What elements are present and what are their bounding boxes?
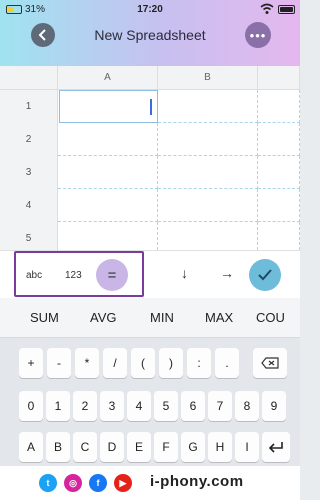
cell-b5[interactable] — [158, 222, 258, 250]
row-header-3[interactable]: 3 — [0, 156, 58, 189]
key-4[interactable]: 4 — [127, 391, 151, 421]
cell-c2[interactable] — [258, 123, 300, 156]
youtube-icon: ▶ — [114, 474, 132, 492]
cell-b4[interactable] — [158, 189, 258, 222]
key-d[interactable]: D — [100, 432, 124, 462]
checkmark-icon — [258, 269, 272, 281]
input-toolbar: abc 123 = ↓ → — [0, 250, 300, 298]
row-header-1[interactable]: 1 — [0, 90, 58, 123]
confirm-button[interactable] — [249, 259, 281, 291]
key-close-paren[interactable]: ) — [159, 348, 183, 378]
mode-formula-button[interactable]: = — [96, 259, 128, 291]
key-return[interactable] — [262, 432, 290, 462]
key-1[interactable]: 1 — [46, 391, 70, 421]
key-5[interactable]: 5 — [154, 391, 178, 421]
grid-corner — [0, 66, 58, 90]
key-g[interactable]: G — [181, 432, 205, 462]
brand-watermark: i-phony.com — [150, 473, 244, 490]
wifi-icon — [260, 3, 274, 14]
move-right-button[interactable]: → — [220, 265, 234, 281]
key-multiply[interactable]: * — [75, 348, 99, 378]
move-down-button[interactable]: ↓ — [181, 265, 188, 281]
cell-b3[interactable] — [158, 156, 258, 189]
cell-a1[interactable] — [59, 90, 158, 123]
key-b[interactable]: B — [46, 432, 70, 462]
key-h[interactable]: H — [208, 432, 232, 462]
ellipsis-icon: ••• — [249, 27, 267, 43]
cell-c3[interactable] — [258, 156, 300, 189]
key-0[interactable]: 0 — [19, 391, 43, 421]
key-period[interactable]: . — [215, 348, 239, 378]
column-header-a[interactable]: A — [58, 66, 158, 90]
function-count[interactable]: COU — [256, 310, 285, 325]
text-cursor — [150, 99, 155, 115]
cell-c1[interactable] — [258, 90, 300, 123]
key-2[interactable]: 2 — [73, 391, 97, 421]
key-i[interactable]: I — [235, 432, 259, 462]
back-button[interactable] — [31, 23, 55, 47]
key-e[interactable]: E — [127, 432, 151, 462]
status-time: 17:20 — [137, 4, 163, 15]
status-bar: 31% 17:20 — [0, 0, 300, 20]
return-icon — [268, 442, 283, 453]
key-plus[interactable]: + — [19, 348, 43, 378]
row-header-5[interactable]: 5 — [0, 222, 58, 250]
key-6[interactable]: 6 — [181, 391, 205, 421]
cell-a4[interactable] — [58, 189, 158, 222]
row-header-2[interactable]: 2 — [0, 123, 58, 156]
key-c[interactable]: C — [73, 432, 97, 462]
key-divide[interactable]: / — [103, 348, 127, 378]
watermark-footer: t ◎ f ▶ i-phony.com — [0, 466, 300, 500]
key-minus[interactable]: - — [47, 348, 71, 378]
top-bar: 31% 17:20 New Spreadsheet ••• — [0, 0, 300, 66]
function-avg[interactable]: AVG — [90, 310, 117, 325]
facebook-icon: f — [89, 474, 107, 492]
function-min[interactable]: MIN — [150, 310, 174, 325]
key-a[interactable]: A — [19, 432, 43, 462]
function-sum[interactable]: SUM — [30, 310, 59, 325]
page-title: New Spreadsheet — [94, 27, 206, 43]
cell-a3[interactable] — [58, 156, 158, 189]
twitter-icon: t — [39, 474, 57, 492]
function-max[interactable]: MAX — [205, 310, 233, 325]
spreadsheet-grid[interactable]: A B 1 2 3 4 5 — [0, 66, 300, 250]
key-7[interactable]: 7 — [208, 391, 232, 421]
key-3[interactable]: 3 — [100, 391, 124, 421]
battery-full-icon — [278, 5, 295, 14]
cell-b1[interactable] — [158, 90, 258, 123]
function-row: SUM AVG MIN MAX COU — [0, 298, 300, 338]
cell-a2[interactable] — [58, 123, 158, 156]
cell-b2[interactable] — [158, 123, 258, 156]
cell-a5[interactable] — [58, 222, 158, 250]
more-button[interactable]: ••• — [245, 22, 271, 48]
key-f[interactable]: F — [154, 432, 178, 462]
key-backspace[interactable] — [253, 348, 287, 378]
mode-numeric-button[interactable]: 123 — [65, 270, 82, 281]
key-open-paren[interactable]: ( — [131, 348, 155, 378]
backspace-icon — [261, 357, 279, 369]
chevron-left-icon — [38, 29, 46, 41]
key-8[interactable]: 8 — [235, 391, 259, 421]
column-header-c[interactable] — [258, 66, 300, 90]
mode-abc-button[interactable]: abc — [26, 270, 42, 281]
formula-keyboard: SUM AVG MIN MAX COU + - * / ( ) : . 0 1 … — [0, 298, 300, 466]
cell-c4[interactable] — [258, 189, 300, 222]
row-header-4[interactable]: 4 — [0, 189, 58, 222]
key-colon[interactable]: : — [187, 348, 211, 378]
column-header-b[interactable]: B — [158, 66, 258, 90]
key-9[interactable]: 9 — [262, 391, 286, 421]
cell-c5[interactable] — [258, 222, 300, 250]
instagram-icon: ◎ — [64, 474, 82, 492]
